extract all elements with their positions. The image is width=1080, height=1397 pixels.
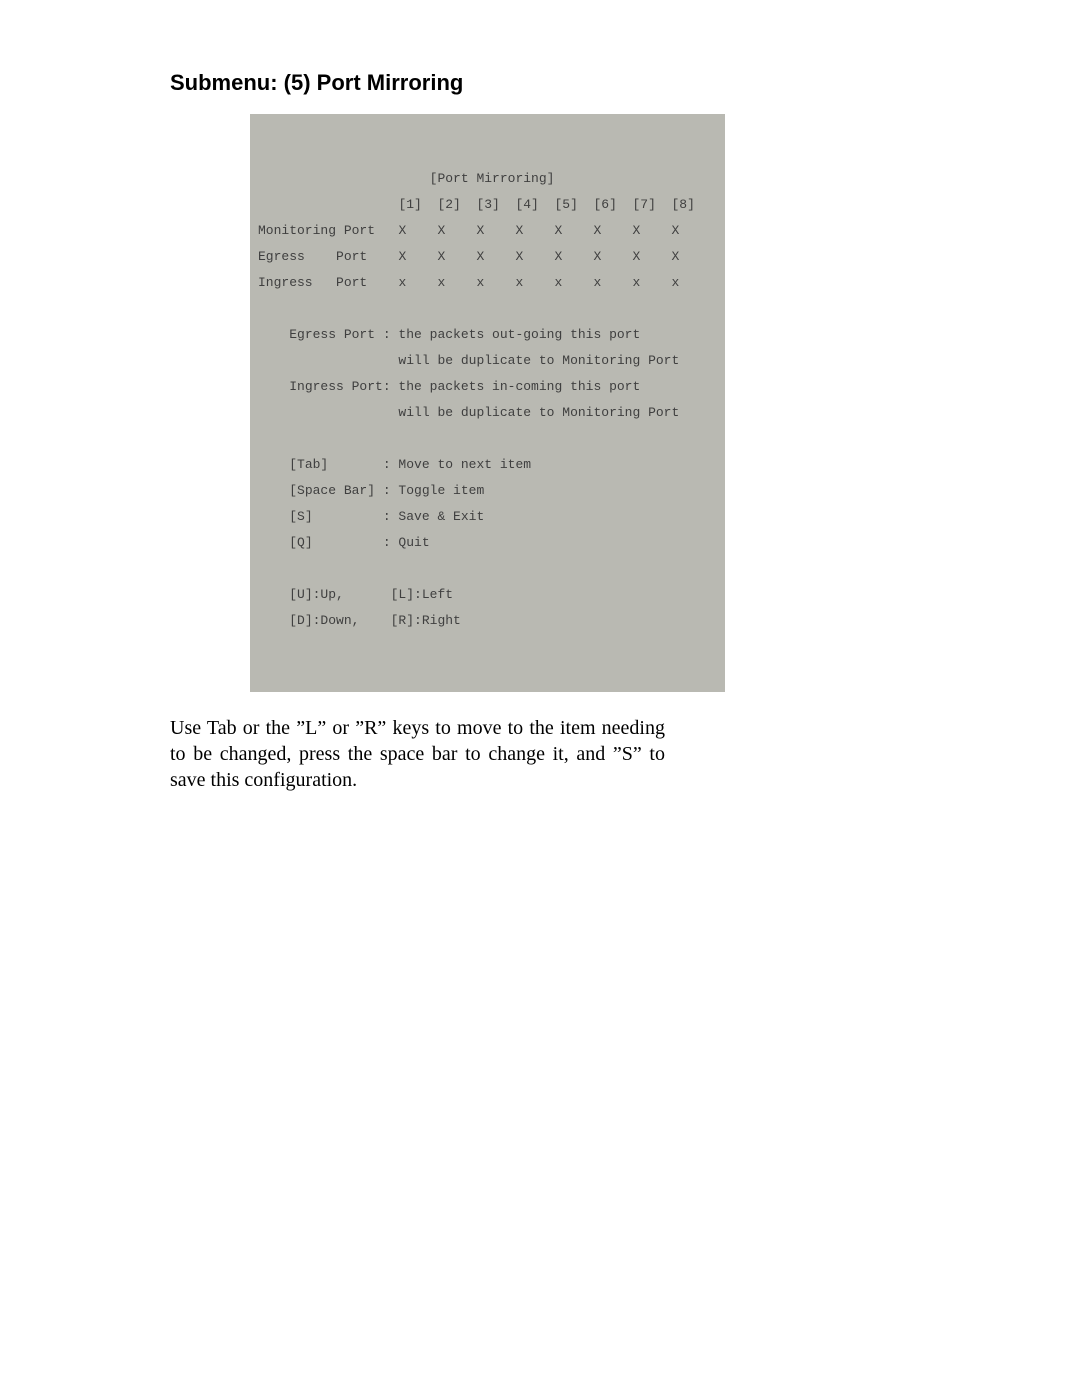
terminal-content: [Port Mirroring] [1] [2] [3] [4] [5] [6]… [250, 140, 725, 640]
terminal-screenshot: [Port Mirroring] [1] [2] [3] [4] [5] [6]… [250, 114, 725, 692]
note-line: Ingress Port: the packets in-coming this… [258, 379, 640, 394]
table-row: Ingress Port x x x x x x x x [258, 275, 679, 290]
key-line: [S] : Save & Exit [258, 509, 484, 524]
key-line: [Space Bar] : Toggle item [258, 483, 484, 498]
terminal-title: [Port Mirroring] [430, 171, 555, 186]
nav-line: [D]:Down, [R]:Right [258, 613, 461, 628]
section-heading: Submenu: (5) Port Mirroring [170, 70, 910, 96]
body-paragraph: Use Tab or the ”L” or ”R” keys to move t… [170, 715, 665, 793]
column-headers: [1] [2] [3] [4] [5] [6] [7] [8] [258, 197, 695, 212]
key-line: [Q] : Quit [258, 535, 430, 550]
terminal-title-line: [Port Mirroring] [258, 171, 554, 186]
blank-line [258, 561, 266, 576]
nav-line: [U]:Up, [L]:Left [258, 587, 453, 602]
blank-line [258, 431, 266, 446]
note-line: will be duplicate to Monitoring Port [258, 353, 679, 368]
blank-line [258, 301, 266, 316]
document-page: Submenu: (5) Port Mirroring [Port Mirror… [0, 0, 1080, 793]
key-line: [Tab] : Move to next item [258, 457, 531, 472]
table-row: Monitoring Port X X X X X X X X [258, 223, 679, 238]
note-line: Egress Port : the packets out-going this… [258, 327, 640, 342]
note-line: will be duplicate to Monitoring Port [258, 405, 679, 420]
table-row: Egress Port X X X X X X X X [258, 249, 679, 264]
